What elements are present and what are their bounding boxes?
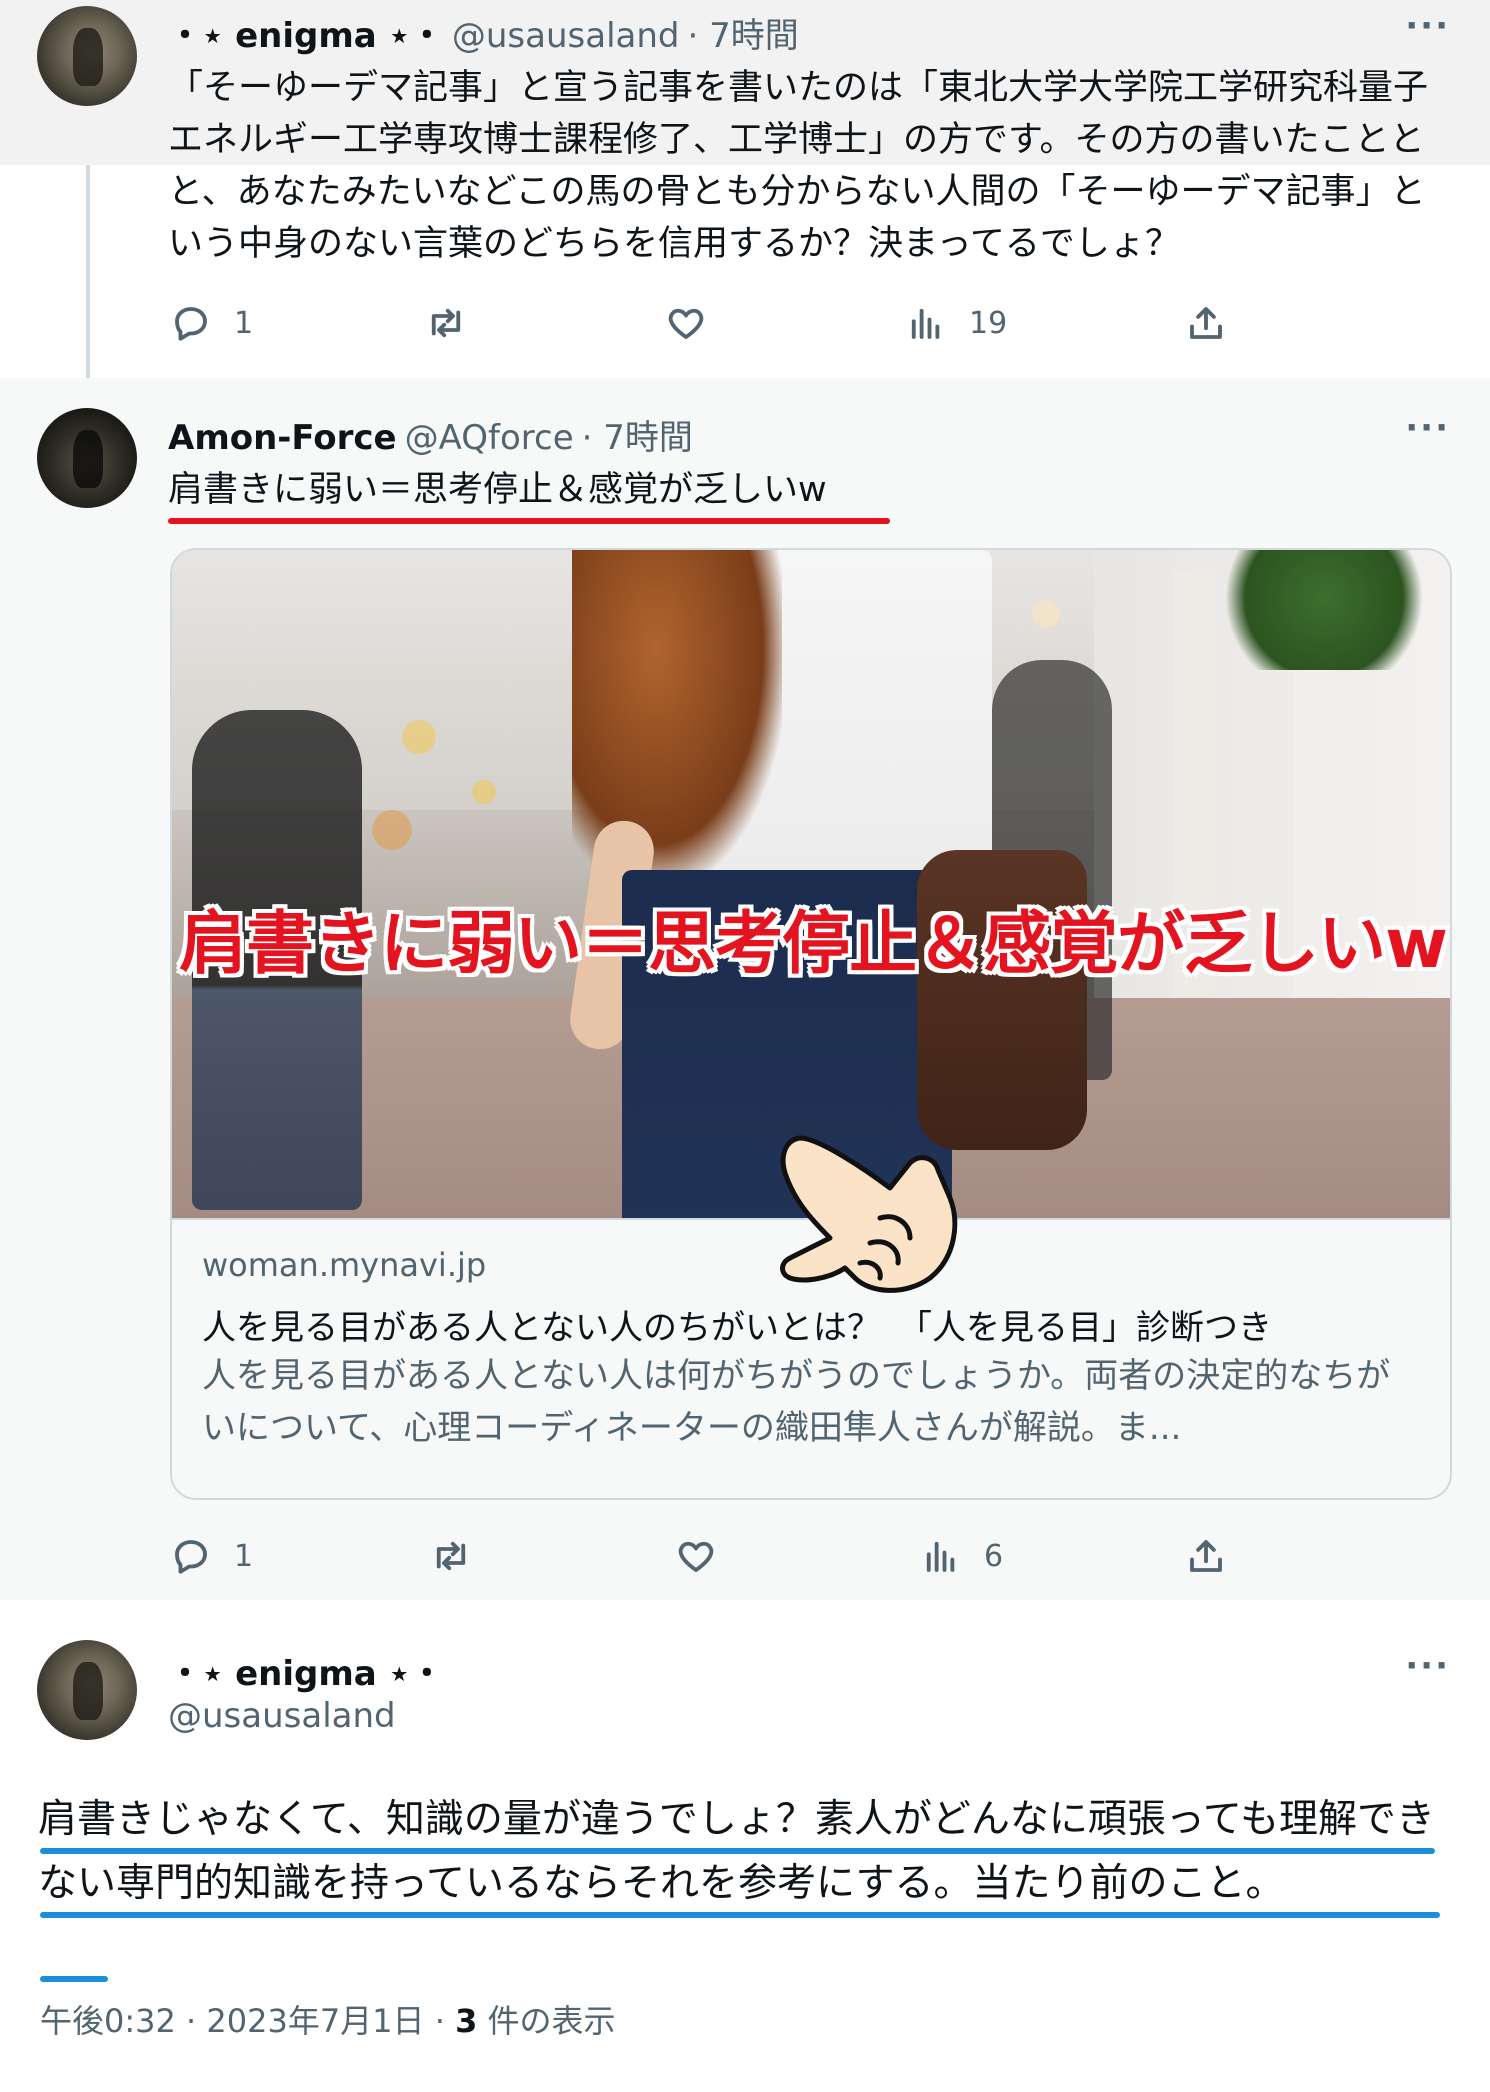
handle[interactable]: @usausaland <box>168 1696 396 1736</box>
reply-count: 1 <box>234 1538 254 1574</box>
blue-underline <box>40 1912 1440 1918</box>
like-button[interactable] <box>675 1528 717 1584</box>
more-icon[interactable]: ··· <box>1405 1646 1450 1686</box>
timestamp[interactable]: · 7時間 <box>582 410 693 459</box>
tweet-header: ・⋆ enigma ⋆・ <box>168 1646 444 1695</box>
more-icon[interactable]: ··· <box>1405 408 1450 448</box>
views-icon <box>926 1541 955 1572</box>
tweet-metadata: 午後0:32 · 2023年7月1日 · 3 件の表示 <box>40 1996 616 2042</box>
views-button[interactable]: 6 <box>920 1528 1003 1584</box>
tweet-handle-row: @usausaland <box>168 1696 396 1736</box>
views-count: 6 <box>984 1538 1004 1574</box>
view-count: 3 <box>455 2002 478 2040</box>
display-name[interactable]: ・⋆ enigma ⋆・ <box>168 1646 444 1695</box>
views-count: 19 <box>969 305 1008 341</box>
handle[interactable]: @AQforce <box>405 418 574 458</box>
timestamp[interactable]: · 7時間 <box>687 8 798 57</box>
reply-button[interactable]: 1 <box>170 295 253 351</box>
share-button[interactable] <box>1185 1528 1227 1584</box>
tweet-header: Amon-Force @AQforce · 7時間 <box>168 410 693 459</box>
blue-underline <box>40 1848 1435 1854</box>
reply-icon <box>175 1540 207 1574</box>
reply-count: 1 <box>234 305 254 341</box>
display-name[interactable]: ・⋆ enigma ⋆・ <box>168 8 444 57</box>
retweet-button[interactable] <box>430 1528 472 1584</box>
card-domain[interactable]: woman.mynavi.jp <box>202 1246 486 1284</box>
pointing-hand-icon <box>780 1135 958 1293</box>
tweet-text: 肩書きに弱い＝思考停止＆感覚が乏しいw <box>168 470 827 510</box>
views-icon <box>911 308 940 339</box>
tweet-text: 「そーゆーデマ記事」と宣う記事を書いたのは「東北大学大学院工学研究科量子エネルギ… <box>168 68 1429 264</box>
tweet-1[interactable]: ・⋆ enigma ⋆・ @usausaland · 7時間 ··· 「そーゆー… <box>0 0 1490 378</box>
reply-button[interactable]: 1 <box>170 1528 253 1584</box>
blue-underline <box>40 1976 108 1982</box>
retweet-button[interactable] <box>425 295 467 351</box>
tweet-actions: 1 6 <box>170 1528 1250 1584</box>
more-icon[interactable]: ··· <box>1405 6 1450 46</box>
avatar[interactable] <box>37 408 137 508</box>
card-overlay-text: 肩書きに弱い＝思考停止＆感覚が乏しいw <box>179 905 1448 984</box>
share-icon <box>1190 307 1222 339</box>
avatar[interactable] <box>37 6 137 106</box>
tweet-header: ・⋆ enigma ⋆・ @usausaland · 7時間 <box>168 8 799 57</box>
views-label: 件の表示 <box>477 2002 616 2040</box>
retweet-icon <box>431 308 461 338</box>
like-icon <box>678 1541 714 1572</box>
tweet-2[interactable]: Amon-Force @AQforce · 7時間 ··· 肩書きに弱い＝思考停… <box>0 378 1490 1600</box>
like-icon <box>668 308 704 339</box>
like-button[interactable] <box>665 295 707 351</box>
retweet-icon <box>436 1541 466 1571</box>
handle[interactable]: @usausaland <box>452 16 680 56</box>
link-card[interactable]: 肩書きに弱い＝思考停止＆感覚が乏しいw woman.mynavi.jp 人を見る… <box>170 548 1452 1500</box>
tweet-actions: 1 19 <box>170 295 1250 351</box>
share-icon <box>1190 1540 1222 1572</box>
share-button[interactable] <box>1185 295 1227 351</box>
card-title[interactable]: 人を見る目がある人とない人のちがいとは？ 「人を見る目」診断つき <box>202 1300 1272 1349</box>
reply-icon <box>175 307 207 341</box>
display-name[interactable]: Amon-Force <box>168 418 397 458</box>
tweet-datetime[interactable]: 午後0:32 · 2023年7月1日 · <box>40 2002 455 2040</box>
views-button[interactable]: 19 <box>905 295 1007 351</box>
tweet-3[interactable]: ・⋆ enigma ⋆・ ··· @usausaland 肩書きじゃなくて、知識… <box>0 1600 1490 2092</box>
red-underline <box>168 518 890 524</box>
card-description: 人を見る目がある人とない人は何がちがうのでしょうか。両者の決定的なちがいについて… <box>202 1356 1391 1448</box>
avatar[interactable] <box>37 1640 137 1740</box>
